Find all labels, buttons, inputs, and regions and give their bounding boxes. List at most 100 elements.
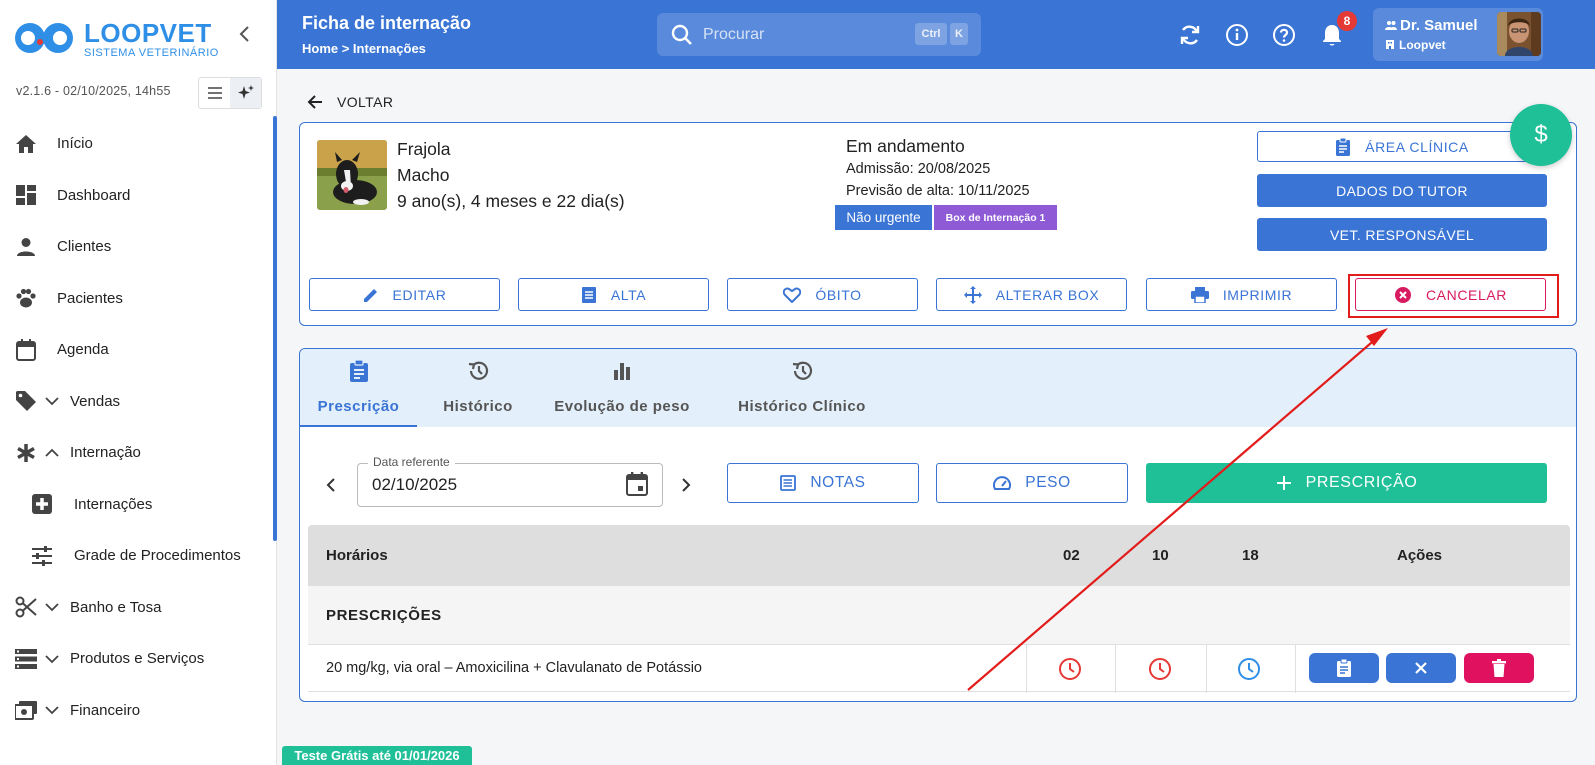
sidebar-item-label: Internações (74, 495, 153, 513)
arrow-left-icon (307, 95, 322, 109)
avatar[interactable] (1497, 12, 1541, 56)
add-prescricao-button[interactable]: PRESCRIÇÃO (1146, 463, 1547, 503)
search-icon (671, 24, 692, 45)
tab-prescricao[interactable]: Prescrição (300, 349, 417, 427)
editar-button[interactable]: EDITAR (309, 278, 500, 311)
sidebar-item-label: Dashboard (57, 186, 131, 204)
user-menu[interactable]: Dr. Samuel Loopvet (1373, 8, 1543, 61)
info-icon[interactable] (1224, 22, 1250, 48)
priority-badge: Não urgente (835, 205, 932, 230)
area-clinica-label: ÁREA CLÍNICA (1365, 138, 1469, 155)
notification-badge: 8 (1337, 11, 1357, 31)
asterisk-icon (14, 441, 38, 465)
shortcut-ctrl-key: Ctrl (915, 23, 947, 45)
tab-historico-clinico[interactable]: Histórico Clínico (733, 349, 871, 427)
sidebar-item-financeiro[interactable]: Financeiro (0, 685, 273, 737)
vet-responsavel-button[interactable]: VET. RESPONSÁVEL (1257, 218, 1547, 251)
bar-chart-icon (613, 359, 631, 383)
chevron-down-icon (44, 599, 60, 615)
sidebar-item-produtos-servicos[interactable]: Produtos e Serviços (0, 633, 273, 685)
previous-date-button[interactable] (321, 475, 341, 495)
sidebar-item-agenda[interactable]: Agenda (0, 324, 273, 376)
clock-icon[interactable] (1148, 657, 1172, 681)
tab-label: Histórico (443, 398, 513, 415)
dados-tutor-button[interactable]: DADOS DO TUTOR (1257, 174, 1547, 207)
brand-name: LOOPVET (84, 18, 212, 48)
sidebar-item-label: Início (57, 135, 93, 153)
obito-button[interactable]: ÓBITO (727, 278, 918, 311)
highlight-box (1348, 274, 1559, 318)
next-date-button[interactable] (676, 475, 696, 495)
column-divider (1115, 645, 1116, 693)
user-org-row: Loopvet (1385, 38, 1446, 52)
heart-icon (783, 287, 802, 303)
clock-icon[interactable] (1237, 657, 1261, 681)
menu-icon[interactable] (199, 78, 230, 108)
back-button[interactable]: VOLTAR (307, 94, 393, 110)
sidebar-item-internacao[interactable]: Internação (0, 427, 273, 479)
clock-icon[interactable] (1058, 657, 1082, 681)
move-icon (963, 285, 982, 304)
calendar-icon[interactable] (626, 472, 648, 496)
imprimir-button[interactable]: IMPRIMIR (1146, 278, 1337, 311)
sidebar-item-grade-procedimentos[interactable]: Grade de Procedimentos (0, 530, 273, 582)
imprimir-label: IMPRIMIR (1222, 286, 1293, 303)
tag-icon (14, 389, 38, 413)
alta-button[interactable]: ALTA (518, 278, 709, 311)
group-icon (1385, 21, 1397, 30)
table-row: 20 mg/kg, via oral – Amoxicilina + Clavu… (308, 644, 1570, 693)
suspend-prescription-button[interactable] (1386, 653, 1456, 683)
delete-prescription-button[interactable] (1464, 653, 1534, 683)
sidebar-item-pacientes[interactable]: Pacientes (0, 273, 273, 325)
patient-card: Frajola Macho 9 ano(s), 4 meses e 22 dia… (299, 122, 1577, 326)
tab-label: Evolução de peso (554, 398, 690, 415)
sidebar-item-label: Internação (70, 444, 141, 462)
user-name: Dr. Samuel (1400, 17, 1478, 34)
column-divider (1295, 645, 1296, 693)
notas-button[interactable]: NOTAS (727, 463, 919, 503)
sidebar-item-clientes[interactable]: Clientes (0, 221, 273, 273)
sidebar-item-label: Grade de Procedimentos (74, 547, 241, 565)
peso-button[interactable]: PESO (936, 463, 1128, 503)
chevron-down-icon (44, 393, 60, 409)
sparkle-icon[interactable] (230, 78, 261, 108)
refresh-icon[interactable] (1177, 22, 1203, 48)
trash-icon (1492, 659, 1506, 677)
sidebar-item-inicio[interactable]: Início (0, 118, 273, 170)
view-prescription-button[interactable] (1309, 653, 1379, 683)
chevron-down-icon (44, 702, 60, 718)
add-prescricao-label: PRESCRIÇÃO (1305, 474, 1418, 491)
financial-fab-button[interactable]: $ (1510, 104, 1572, 166)
column-divider (1206, 645, 1207, 693)
person-icon (14, 235, 38, 259)
search-box[interactable]: Ctrl K (657, 13, 981, 56)
header-horarios: Horários (326, 547, 388, 564)
dados-tutor-label: DADOS DO TUTOR (1336, 182, 1468, 199)
sidebar-item-banho-tosa[interactable]: Banho e Tosa (0, 582, 273, 634)
column-divider (1026, 645, 1027, 693)
sidebar-item-internacoes[interactable]: Internações (0, 479, 273, 531)
clipboard-icon (1337, 659, 1351, 677)
alterar-box-label: ALTERAR BOX (995, 286, 1100, 303)
tab-evolucao-peso[interactable]: Evolução de peso (548, 349, 696, 427)
tab-historico[interactable]: Histórico (426, 349, 530, 427)
tab-bar: Prescrição Histórico Evolução de peso Hi… (300, 349, 1576, 427)
calendar-icon (14, 338, 38, 362)
page-title: Ficha de internação (302, 13, 472, 33)
area-clinica-button[interactable]: ÁREA CLÍNICA (1257, 131, 1547, 162)
sidebar-item-label: Vendas (70, 392, 121, 410)
breadcrumb[interactable]: Home > Internações (302, 41, 426, 56)
search-input[interactable] (703, 13, 903, 56)
alterar-box-button[interactable]: ALTERAR BOX (936, 278, 1127, 311)
sidebar-item-vendas[interactable]: Vendas (0, 376, 273, 428)
date-field-value[interactable]: 02/10/2025 (372, 475, 457, 495)
plus-icon (1276, 476, 1291, 490)
logo[interactable]: LOOPVET SISTEMA VETERINÁRIO (14, 14, 254, 64)
collapse-sidebar-icon[interactable] (236, 24, 254, 44)
sidebar-item-dashboard[interactable]: Dashboard (0, 170, 273, 222)
help-icon[interactable] (1271, 22, 1297, 48)
sidebar-scrollbar[interactable] (273, 116, 277, 541)
trial-banner[interactable]: Teste Grátis até 01/01/2026 (282, 746, 472, 765)
date-field[interactable]: Data referente 02/10/2025 (357, 455, 663, 507)
top-header: Ficha de internação Home > Internações C… (277, 0, 1595, 69)
